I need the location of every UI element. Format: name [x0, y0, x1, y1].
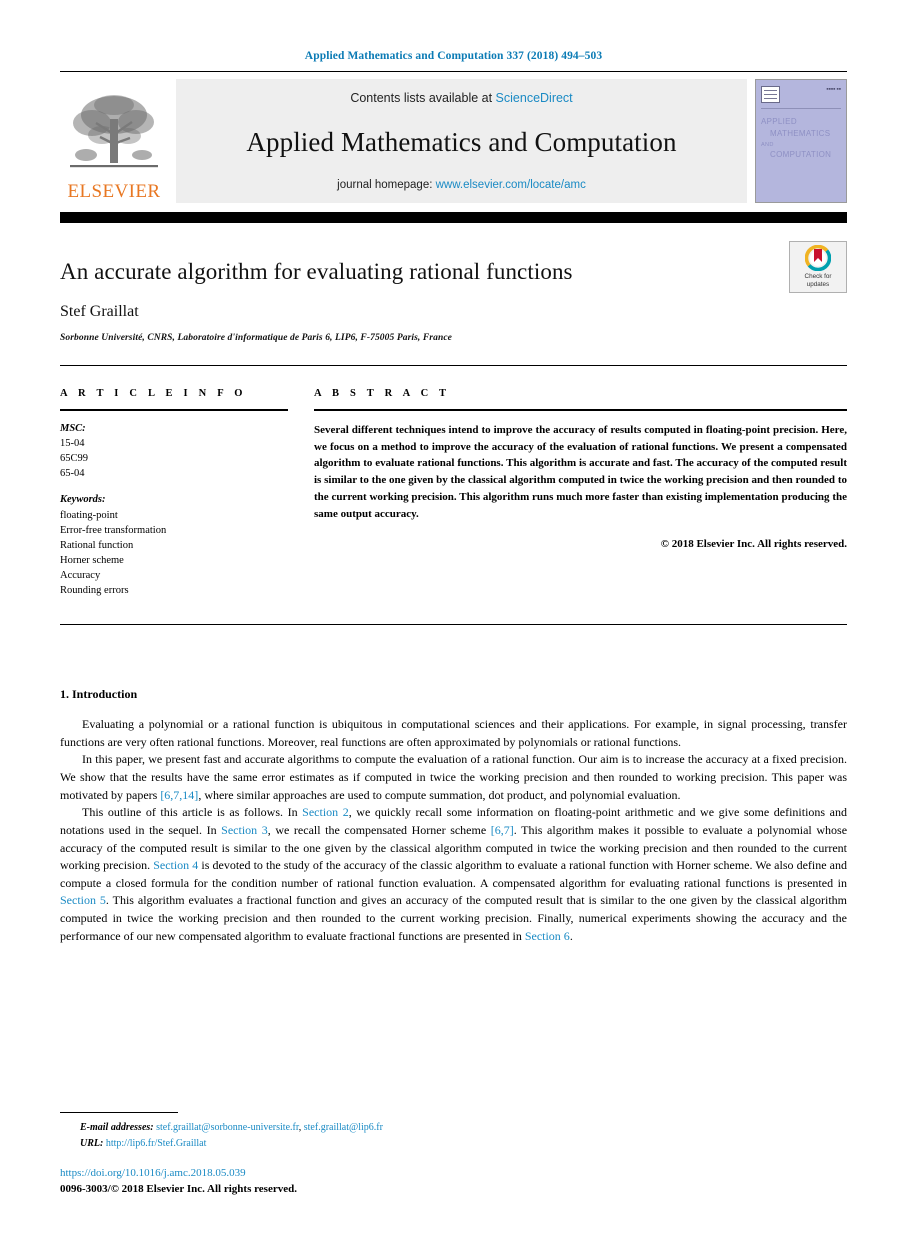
- section-link-3[interactable]: Section 3: [221, 823, 268, 837]
- journal-title: Applied Mathematics and Computation: [246, 126, 677, 157]
- cover-divider: [761, 108, 841, 109]
- contents-line: Contents lists available at ScienceDirec…: [350, 91, 572, 105]
- keyword-item: Rounding errors: [60, 585, 129, 597]
- intro-paragraph-3: This outline of this article is as follo…: [60, 804, 847, 945]
- page-title: An accurate algorithm for evaluating rat…: [60, 259, 573, 284]
- email-line: E-mail addresses: stef.graillat@sorbonne…: [60, 1120, 847, 1136]
- article-info-heading: A R T I C L E I N F O: [60, 388, 247, 399]
- masthead-center-panel: Contents lists available at ScienceDirec…: [176, 79, 747, 203]
- abstract-heading: A B S T R A C T: [314, 388, 451, 399]
- abstract-bottom-rule: [60, 624, 847, 626]
- title-block: An accurate algorithm for evaluating rat…: [60, 223, 847, 343]
- abstract-rule: [314, 409, 847, 411]
- msc-code: 65C99: [60, 453, 89, 465]
- cover-header-row: ■■■■ ■■: [761, 86, 841, 103]
- cover-line-1: APPLIED: [761, 117, 797, 126]
- elsevier-tree-icon: [70, 95, 158, 168]
- journal-masthead: ELSEVIER Contents lists available at Sci…: [60, 79, 847, 203]
- running-head: Applied Mathematics and Computation 337 …: [304, 50, 603, 62]
- crossmark-line-2: updates: [806, 281, 830, 288]
- citation-link-6-7[interactable]: [6,7]: [491, 823, 514, 837]
- keyword-item: Accuracy: [60, 569, 101, 581]
- info-abstract-row: A R T I C L E I N F O MSC: 15-04 65C99 6…: [60, 388, 847, 598]
- section-link-6[interactable]: Section 6: [525, 929, 570, 943]
- article-info-column: A R T I C L E I N F O MSC: 15-04 65C99 6…: [60, 388, 288, 598]
- article-info-body: MSC: 15-04 65C99 65-04 Keywords: floatin…: [60, 421, 288, 598]
- crossmark-label: Check for updates: [805, 273, 832, 289]
- author-name[interactable]: Stef Graillat: [60, 303, 847, 321]
- crossmark-line-1: Check for: [804, 273, 832, 281]
- paper-page: Applied Mathematics and Computation 337 …: [0, 0, 907, 1238]
- section-heading-introduction: 1. Introduction: [60, 687, 138, 702]
- keyword-item: Error-free transformation: [60, 524, 167, 536]
- journal-homepage-link[interactable]: www.elsevier.com/locate/amc: [436, 179, 586, 191]
- doi-area: https://doi.org/10.1016/j.amc.2018.05.03…: [60, 1166, 297, 1198]
- msc-code: 15-04: [60, 438, 85, 450]
- author-url-link[interactable]: http://lip6.fr/Stef.Graillat: [106, 1138, 207, 1149]
- section-link-5[interactable]: Section 5: [60, 893, 106, 907]
- email-link-2[interactable]: stef.graillat@lip6.fr: [304, 1122, 383, 1133]
- url-line: URL: http://lip6.fr/Stef.Graillat: [60, 1136, 847, 1152]
- crossmark-icon: [805, 245, 831, 272]
- journal-homepage-line: journal homepage: www.elsevier.com/locat…: [337, 179, 586, 191]
- intro-p3-text-g: .: [569, 928, 573, 943]
- msc-code: 65-04: [60, 468, 85, 480]
- citation-link-6-7-14[interactable]: [6,7,14]: [160, 788, 198, 802]
- footnote-rule: [60, 1112, 178, 1113]
- msc-label: MSC:: [60, 423, 86, 434]
- homepage-prefix: journal homepage:: [337, 179, 436, 191]
- article-info-rule: [60, 409, 288, 411]
- doi-link[interactable]: https://doi.org/10.1016/j.amc.2018.05.03…: [60, 1166, 297, 1182]
- intro-p3-text-a: This outline of this article is as follo…: [82, 805, 303, 820]
- keyword-item: Rational function: [60, 539, 134, 551]
- author-affiliation: Sorbonne Université, CNRS, Laboratoire d…: [60, 333, 452, 343]
- footnote-area: E-mail addresses: stef.graillat@sorbonne…: [60, 1112, 847, 1152]
- intro-p3-text-f: . This algorithm evaluates a fractional …: [60, 893, 847, 943]
- sciencedirect-link[interactable]: ScienceDirect: [496, 91, 573, 105]
- keywords-label: Keywords:: [60, 494, 106, 506]
- cover-volume-text: ■■■■ ■■: [826, 87, 841, 91]
- intro-p2-text-b: , where similar approaches are used to c…: [198, 787, 681, 802]
- abstract-column: A B S T R A C T Several different techni…: [314, 388, 847, 598]
- abstract-text: Several different techniques intend to i…: [314, 424, 847, 520]
- cover-title-text: APPLIED MATHEMATICS AND COMPUTATION: [761, 116, 841, 162]
- keyword-item: floating-point: [60, 509, 118, 521]
- email-label: E-mail addresses:: [80, 1122, 154, 1133]
- intro-p3-text-c: , we recall the compensated Horner schem…: [267, 822, 491, 837]
- intro-paragraph-2: In this paper, we present fast and accur…: [60, 751, 847, 804]
- contents-prefix: Contents lists available at: [350, 91, 496, 105]
- cover-line-2: MATHEMATICS: [770, 129, 831, 139]
- masthead-top-rule: [60, 71, 847, 72]
- url-label: URL:: [80, 1138, 104, 1149]
- masthead-black-bar: [60, 212, 847, 223]
- section-link-4[interactable]: Section 4: [153, 858, 198, 872]
- email-link-1[interactable]: stef.graillat@sorbonne-universite.fr: [156, 1122, 299, 1133]
- cover-line-4: COMPUTATION: [770, 150, 832, 160]
- issn-copyright-line: 0096-3003/© 2018 Elsevier Inc. All right…: [60, 1183, 297, 1196]
- crossmark-badge[interactable]: Check for updates: [789, 241, 847, 293]
- intro-paragraph-1: Evaluating a polynomial or a rational fu…: [60, 717, 847, 749]
- keyword-item: Horner scheme: [60, 554, 124, 566]
- elsevier-wordmark: ELSEVIER: [67, 181, 161, 202]
- cover-line-3: AND: [761, 141, 774, 148]
- journal-cover-thumbnail: ■■■■ ■■ APPLIED MATHEMATICS AND COMPUTAT…: [755, 79, 847, 203]
- introduction-body: Evaluating a polynomial or a rational fu…: [60, 716, 847, 945]
- elsevier-logo: ELSEVIER: [60, 79, 168, 203]
- abstract-copyright: © 2018 Elsevier Inc. All rights reserved…: [660, 538, 847, 551]
- title-bottom-rule: [60, 365, 847, 366]
- section-link-2[interactable]: Section 2: [302, 805, 349, 819]
- cover-emblem-icon: [761, 86, 780, 103]
